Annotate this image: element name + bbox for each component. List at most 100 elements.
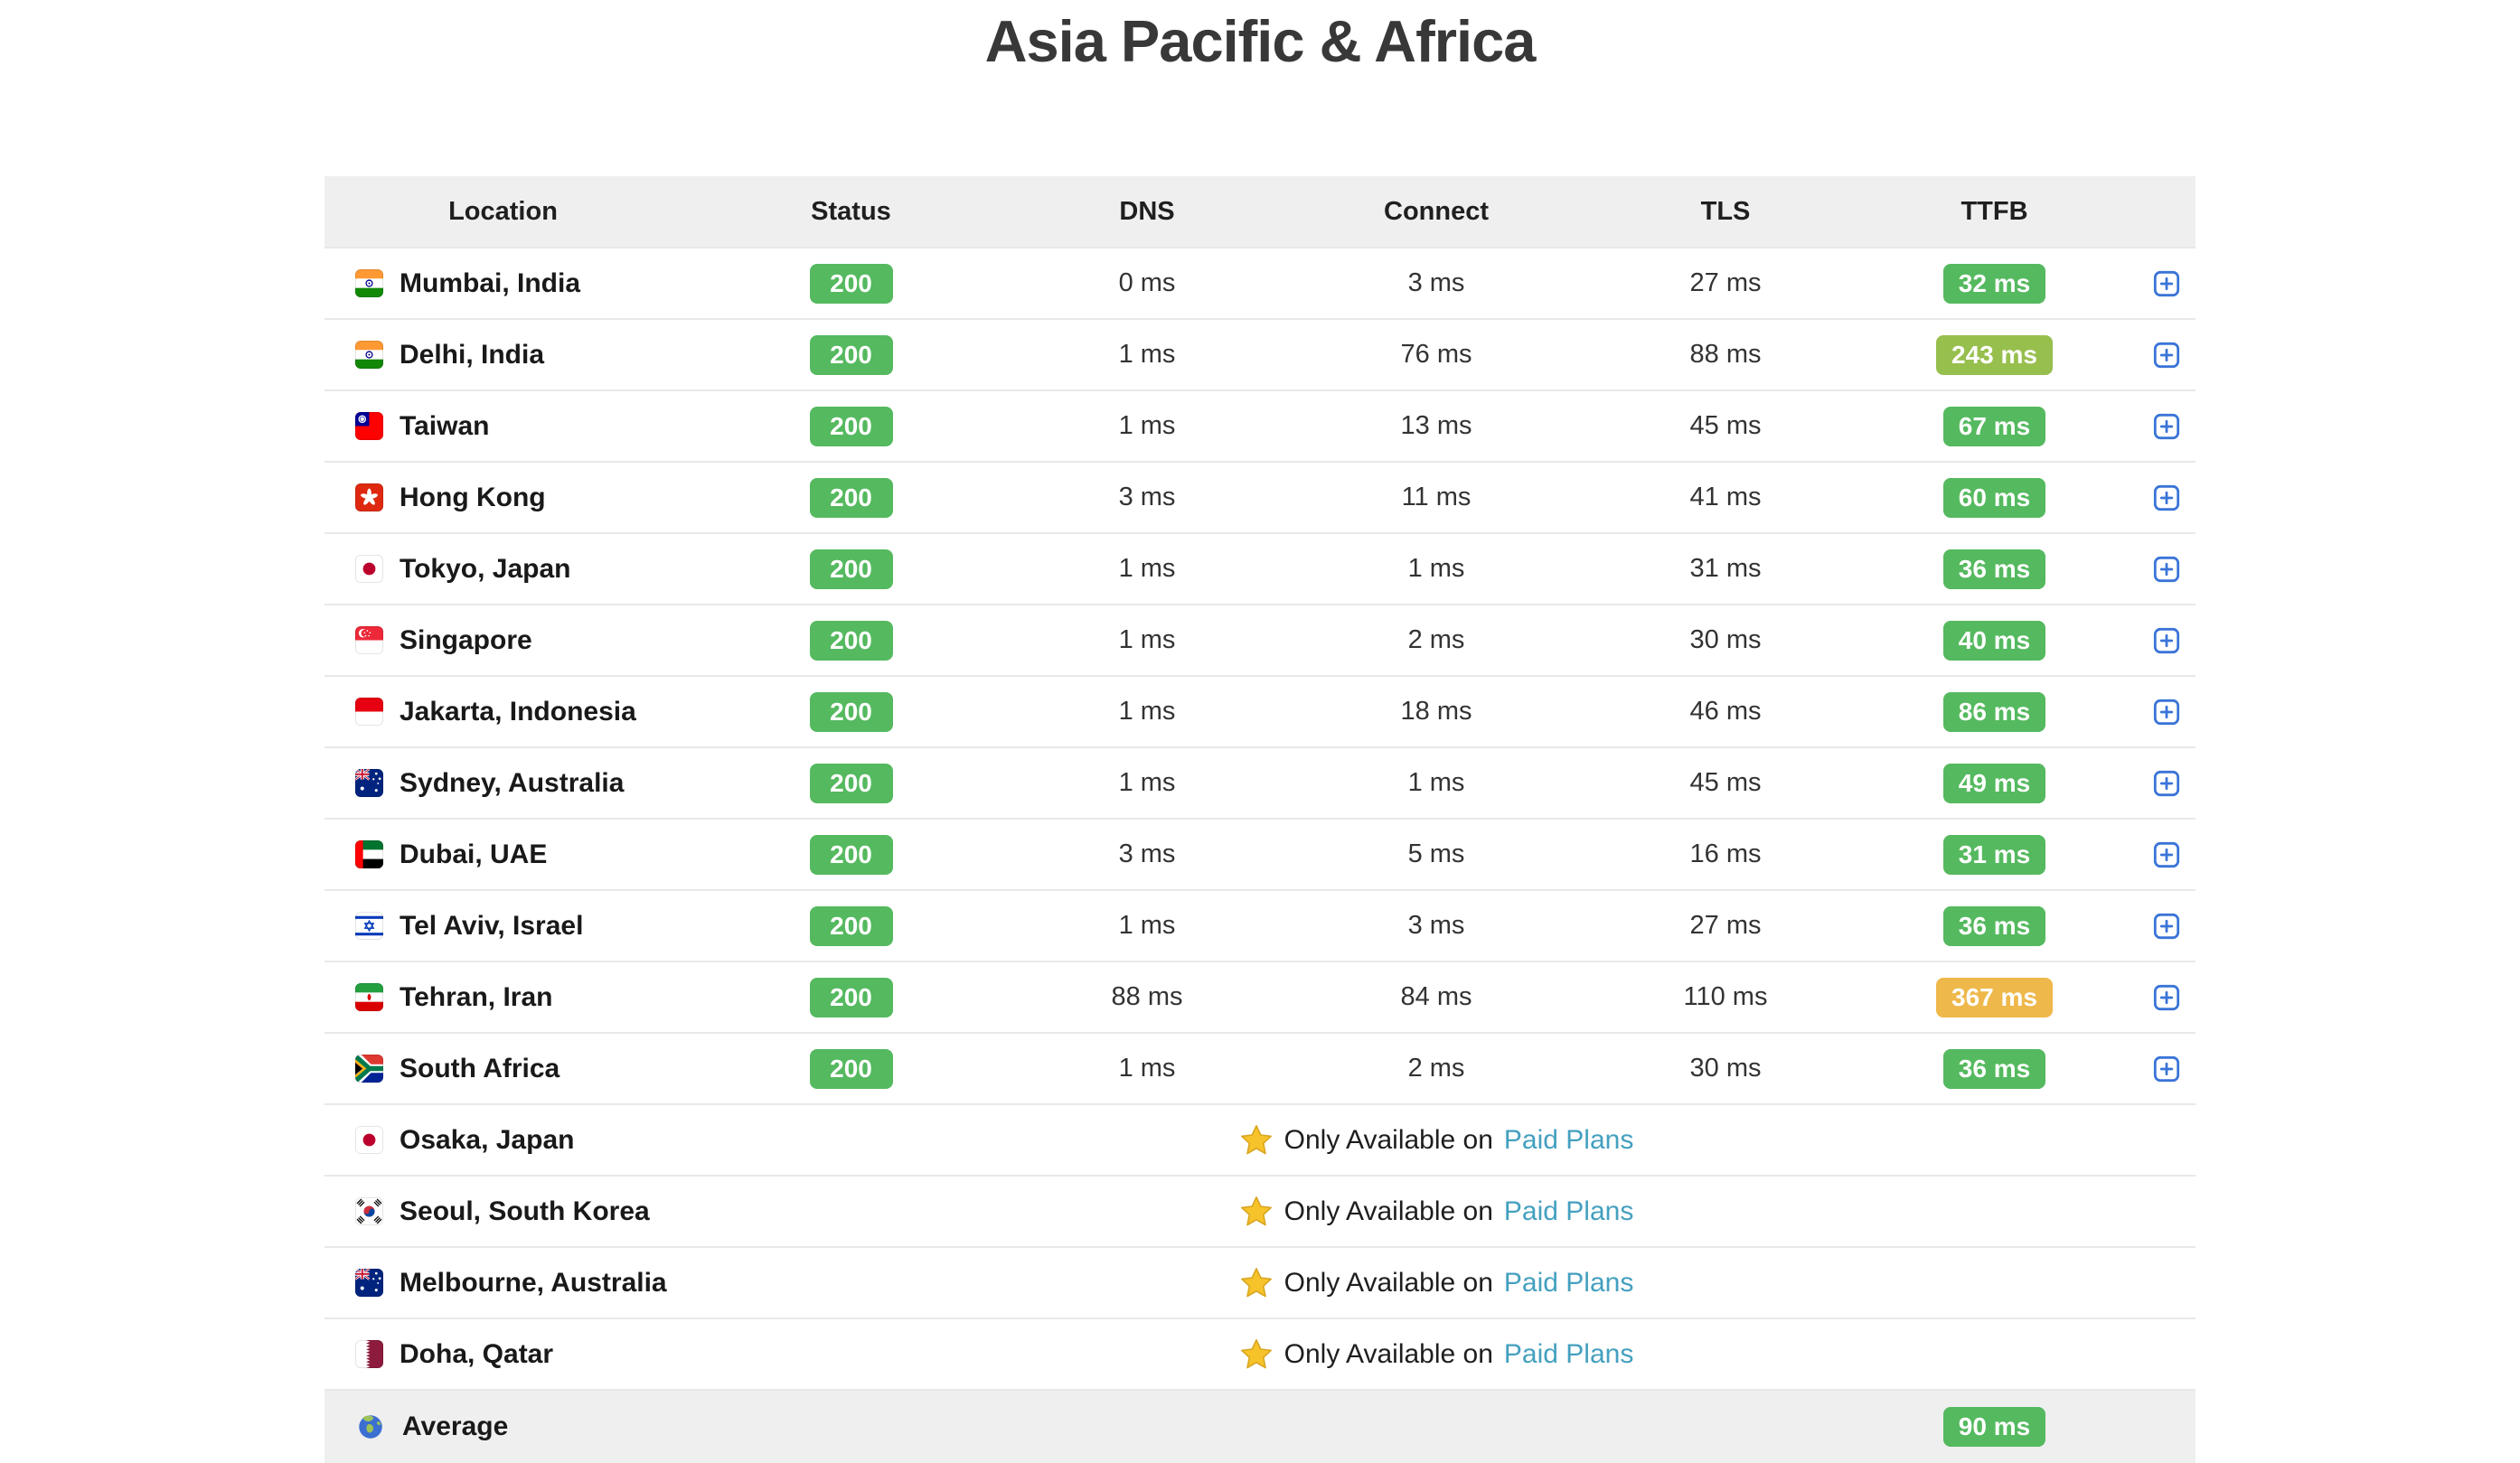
location-cell: Average [324,1391,682,1463]
expand-button[interactable] [2153,413,2180,440]
status-badge: 200 [809,977,893,1018]
expand-cell-empty [2137,1105,2196,1175]
expand-cell [2137,820,2196,889]
qatar-flag-icon [355,1340,383,1368]
status-badge: 200 [809,549,893,589]
dns-value: 3 ms [1118,839,1176,868]
star-icon [1239,1266,1274,1300]
expand-cell-empty [2137,1391,2196,1463]
ttfb-cell: 60 ms [1852,463,2137,532]
paid-plans-link[interactable]: Paid Plans [1504,1268,1633,1299]
expand-button[interactable] [2153,984,2180,1011]
connect-value: 84 ms [1400,982,1472,1011]
location-label: Taiwan [400,410,490,441]
connect-value: 5 ms [1407,839,1465,868]
dns-value: 1 ms [1118,625,1176,654]
status-badge: 200 [809,263,893,304]
table-row-paid: Seoul, South Korea Only Available on Pai… [324,1175,2196,1246]
ttfb-badge: 32 ms [1942,263,2046,304]
expand-button[interactable] [2153,484,2180,511]
expand-cell [2137,748,2196,818]
expand-cell [2137,605,2196,675]
expand-button[interactable] [2153,342,2180,369]
table-row: Singapore 200 1 ms 2 ms 30 ms 40 ms [324,604,2196,675]
australia-flag-icon [355,769,383,797]
southafrica-flag-icon [355,1055,383,1083]
col-header-tls: TLS [1700,196,1751,226]
uae-flag-icon [355,840,383,868]
paid-note-text: Only Available on [1284,1267,1493,1298]
status-cell-empty [682,1319,1020,1389]
location-label: Dubai, UAE [400,839,548,869]
expand-button[interactable] [2153,699,2180,726]
expand-button[interactable] [2153,270,2180,297]
expand-button[interactable] [2153,627,2180,654]
dns-value: 1 ms [1118,340,1176,369]
japan-flag-icon [355,1126,383,1154]
location-cell: Tel Aviv, Israel [324,891,682,961]
dns-value: 1 ms [1118,411,1176,440]
table-row: Delhi, India 200 1 ms 76 ms 88 ms 243 ms [324,318,2196,389]
paid-plans-link[interactable]: Paid Plans [1504,1339,1633,1370]
expand-cell [2137,677,2196,746]
dns-value: 1 ms [1118,768,1176,797]
paid-availability-note: Only Available on Paid Plans [1020,1248,1852,1318]
expand-button[interactable] [2153,1055,2180,1083]
globe-icon [355,1411,386,1442]
ttfb-cell-empty [1852,1248,2137,1318]
location-label: Jakarta, Indonesia [400,696,636,727]
expand-cell [2137,891,2196,961]
col-header-location: Location [448,196,558,226]
expand-cell [2137,463,2196,532]
expand-button[interactable] [2153,770,2180,797]
paid-note-text: Only Available on [1284,1124,1493,1155]
star-icon [1239,1195,1274,1229]
expand-button[interactable] [2153,556,2180,583]
status-badge: 200 [809,477,893,518]
connect-value: 1 ms [1407,554,1465,583]
table-row-paid: Osaka, Japan Only Available on Paid Plan… [324,1103,2196,1175]
location-cell: Sydney, Australia [324,748,682,818]
location-label: Hong Kong [400,482,546,512]
expand-cell [2137,1034,2196,1103]
dns-value: 88 ms [1111,982,1183,1011]
tls-value: 88 ms [1689,340,1762,369]
location-label: Singapore [400,624,532,655]
col-header-expand [2137,176,2196,247]
connect-value: 1 ms [1407,768,1465,797]
indonesia-flag-icon [355,698,383,726]
ttfb-cell: 49 ms [1852,748,2137,818]
ttfb-cell-empty [1852,1105,2137,1175]
connect-value: 2 ms [1407,625,1465,654]
status-badge: 200 [809,905,893,946]
location-label: Tehran, Iran [400,981,553,1012]
ttfb-cell-empty [1852,1177,2137,1246]
expand-button[interactable] [2153,913,2180,940]
location-label: Delhi, India [400,339,545,370]
status-badge: 200 [809,406,893,446]
paid-plans-link[interactable]: Paid Plans [1504,1125,1633,1156]
location-cell: Mumbai, India [324,249,682,318]
page-title: Asia Pacific & Africa [984,8,1537,74]
paid-plans-link[interactable]: Paid Plans [1504,1196,1633,1227]
col-header-ttfb: TTFB [1961,196,2028,226]
location-cell: Seoul, South Korea [324,1177,682,1246]
table-row: Tokyo, Japan 200 1 ms 1 ms 31 ms 36 ms [324,532,2196,604]
tls-value: 16 ms [1689,839,1762,868]
expand-cell [2137,391,2196,461]
location-label: Mumbai, India [400,267,581,298]
location-label: Tel Aviv, Israel [400,910,584,941]
status-cell: 200 [682,391,1020,461]
ttfb-badge: 67 ms [1942,406,2046,446]
tls-value: 110 ms [1683,982,1768,1011]
expand-cell [2137,962,2196,1032]
location-label: Osaka, Japan [400,1124,575,1155]
location-cell: Doha, Qatar [324,1319,682,1389]
table-row: Jakarta, Indonesia 200 1 ms 18 ms 46 ms … [324,675,2196,746]
table-body: Mumbai, India 200 0 ms 3 ms 27 ms 32 ms … [324,247,2196,1463]
connect-value: 3 ms [1407,268,1465,297]
expand-button[interactable] [2153,841,2180,868]
tls-value: 46 ms [1689,697,1762,726]
status-cell: 200 [682,605,1020,675]
ttfb-cell: 32 ms [1852,249,2137,318]
